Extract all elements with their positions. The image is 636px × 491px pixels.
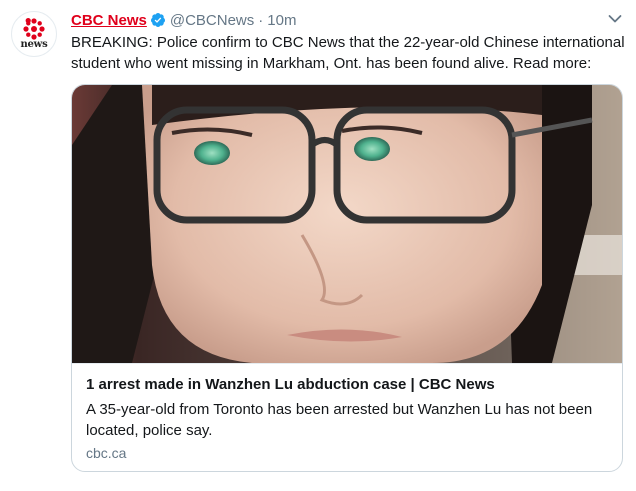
card-domain: cbc.ca — [86, 445, 127, 461]
tweet-header: CBC News @CBCNews · 10m — [71, 10, 296, 30]
link-card[interactable]: 1 arrest made in Wanzhen Lu abduction ca… — [71, 84, 623, 472]
card-description: A 35-year-old from Toronto has been arre… — [86, 401, 593, 439]
author-handle[interactable]: @CBCNews — [170, 12, 254, 29]
card-image[interactable] — [72, 85, 622, 363]
avatar[interactable]: news — [11, 11, 57, 57]
tweet-text: BREAKING: Police confirm to CBC News tha… — [71, 34, 625, 72]
card-title[interactable]: 1 arrest made in Wanzhen Lu abduction ca… — [86, 376, 495, 393]
author-name[interactable]: CBC News — [71, 12, 147, 29]
cbc-gem-icon — [23, 18, 45, 40]
portrait-photo — [72, 85, 622, 363]
avatar-wordmark: news — [20, 39, 48, 50]
tweet-timestamp[interactable]: 10m — [267, 12, 296, 29]
header-separator: · — [258, 11, 264, 29]
card-text[interactable]: 1 arrest made in Wanzhen Lu abduction ca… — [72, 363, 622, 471]
tweet[interactable]: news CBC News @CBCNews · 10m BREAKING: P… — [0, 0, 636, 491]
chevron-down-icon[interactable] — [608, 14, 622, 24]
verified-badge-icon — [150, 12, 166, 28]
